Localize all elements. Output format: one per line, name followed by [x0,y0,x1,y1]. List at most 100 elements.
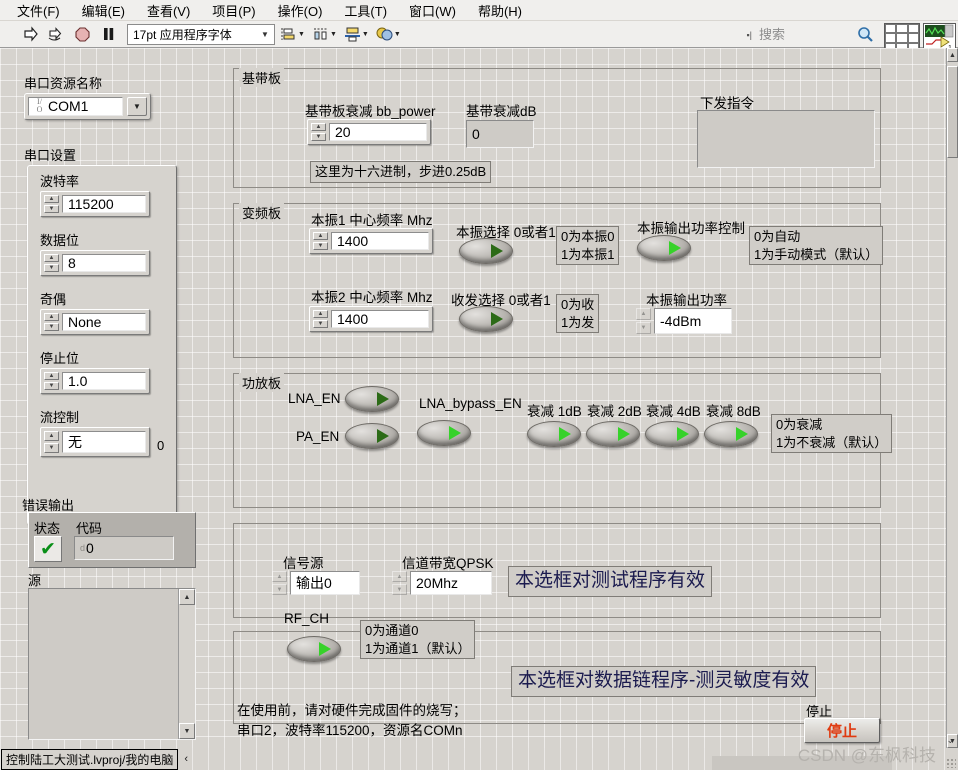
visa-resource-combo[interactable]: I/O COM1 ▼ [24,93,151,120]
panel-scrollbar[interactable]: ▲ ▼ [946,48,958,748]
lo-select-note: 0为本振0 1为本振1 [556,226,620,266]
error-source-text[interactable] [29,589,178,739]
bb-power-value[interactable]: 20 [329,123,427,141]
lo2-freq-stepper[interactable]: ▲ ▼ [313,310,328,328]
atten-4db-toggle[interactable] [645,421,699,447]
data-bits-input[interactable]: ▲ ▼ 8 [40,250,150,276]
baud-rate-value[interactable]: 115200 [62,195,146,213]
data-bits-label: 数据位 [40,233,80,248]
flow-control-stepper[interactable]: ▲ ▼ [44,431,59,453]
pa-en-toggle[interactable] [345,423,399,449]
lo-power-ctrl-toggle[interactable] [637,235,691,261]
bb-power-input[interactable]: ▲ ▼ 20 [307,119,431,145]
menu-item-file[interactable]: 文件(F) [6,0,71,22]
signal-source-stepper[interactable]: ▲ ▼ [272,571,287,595]
bandwidth-stepper[interactable]: ▲ ▼ [392,571,407,595]
bb-power-stepper[interactable]: ▲ ▼ [311,123,326,141]
bandwidth-value[interactable]: 20Mhz [410,571,492,595]
panel-scroll-thumb[interactable] [947,66,958,158]
distribute-objects-icon[interactable]: ▼ [310,23,339,45]
resize-objects-icon[interactable]: ▼ [342,23,371,45]
menu-item-edit[interactable]: 编辑(E) [71,0,136,22]
parity-stepper[interactable]: ▲ ▼ [44,313,59,331]
parity-value[interactable]: None [62,313,146,331]
flow-control-input[interactable]: ▲ ▼ 无 [40,427,150,457]
menu-item-project[interactable]: 项目(P) [201,0,266,22]
atten-8db-label: 衰减 8dB [706,404,761,419]
error-source-box[interactable]: ▲ ▼ [28,588,196,740]
atten-1db-label: 衰减 1dB [527,404,582,419]
project-tab[interactable]: 控制陆工大测试.lvproj/我的电脑 [1,748,179,770]
lna-bypass-label: LNA_bypass_EN [419,396,522,411]
run-arrow-icon[interactable] [17,23,43,45]
stop-bits-stepper[interactable]: ▲ ▼ [44,372,59,390]
lo-power-input[interactable]: ▲ ▼ -4dBm [634,306,734,336]
search-input[interactable] [757,26,857,43]
resize-grip[interactable] [946,758,956,768]
baseband-group-title: 基带板 [239,68,285,87]
error-status-indicator: ✔ [34,536,62,562]
panel-scroll-up-icon[interactable]: ▲ [947,48,958,62]
lo1-freq-input[interactable]: ▲ ▼ 1400 [309,228,433,254]
lo1-freq-stepper[interactable]: ▲ ▼ [313,232,328,250]
baud-rate-label: 波特率 [40,174,80,189]
align-objects-icon[interactable]: ▼ [278,23,307,45]
pause-icon[interactable] [95,23,121,45]
io-glyph-icon: I/O [36,97,43,115]
atten-1db-toggle[interactable] [527,421,581,447]
search-box[interactable]: ▪| [746,24,874,45]
serial-settings-label: 串口设置 [24,148,77,163]
error-source-label: 源 [28,573,42,588]
rf-note: 本选框对数据链程序-测灵敏度有效 [511,666,817,697]
baud-rate-input[interactable]: ▲ ▼ 115200 [40,191,150,217]
parity-label: 奇偶 [40,292,67,307]
menu-item-operate[interactable]: 操作(O) [267,0,334,22]
lna-en-toggle[interactable] [345,386,399,412]
rf-ch-toggle[interactable] [287,636,341,662]
magnifier-icon[interactable] [857,26,874,43]
txrx-select-toggle[interactable] [459,306,513,332]
stop-bits-input[interactable]: ▲ ▼ 1.0 [40,368,150,394]
data-bits-stepper[interactable]: ▲ ▼ [44,254,59,272]
lo-power-value[interactable]: -4dBm [654,308,732,334]
menu-item-window[interactable]: 窗口(W) [398,0,467,22]
lo-select-toggle[interactable] [459,238,513,264]
run-continuous-icon[interactable] [43,23,69,45]
lo2-freq-value[interactable]: 1400 [331,310,429,328]
lo1-freq-label: 本振1 中心频率 Mhz [311,213,433,228]
menu-item-view[interactable]: 查看(V) [136,0,201,22]
data-bits-value[interactable]: 8 [62,254,146,272]
flow-control-value[interactable]: 无 [62,431,146,453]
menu-item-help[interactable]: 帮助(H) [467,0,533,22]
scroll-up-icon[interactable]: ▲ [179,589,195,605]
scroll-down-icon[interactable]: ▼ [179,723,195,739]
flow-control-suffix: 0 [157,438,165,453]
scroll-down-caret-icon[interactable]: ⌄ [946,735,954,746]
lna-bypass-toggle[interactable] [417,420,471,446]
signal-source-value[interactable]: 输出0 [290,571,360,595]
error-source-scrollbar[interactable]: ▲ ▼ [178,589,195,739]
stop-bits-value[interactable]: 1.0 [62,372,146,390]
menu-bar: 文件(F) 编辑(E) 查看(V) 项目(P) 操作(O) 工具(T) 窗口(W… [0,0,958,21]
visa-resource-dropdown-icon[interactable]: ▼ [127,97,147,116]
bb-power-label: 基带板衰减 bb_power [305,104,436,119]
lo1-freq-value[interactable]: 1400 [331,232,429,250]
menu-item-tools[interactable]: 工具(T) [333,0,398,22]
front-panel: 串口资源名称 I/O COM1 ▼ 串口设置 波特率 ▲ ▼ 115200 数据位… [0,48,946,748]
baud-rate-stepper[interactable]: ▲ ▼ [44,195,59,213]
status-caret-icon[interactable]: ‹ [184,753,188,765]
abort-stop-icon[interactable] [69,23,95,45]
stop-button[interactable]: 停止 [804,718,880,743]
font-selector[interactable]: 17pt 应用程序字体 ▼ [127,23,275,45]
signal-source-input[interactable]: ▲ ▼ 输出0 [270,569,362,597]
lo-power-stepper[interactable]: ▲ ▼ [636,308,651,334]
bandwidth-input[interactable]: ▲ ▼ 20Mhz [390,569,494,597]
visa-resource-label: 串口资源名称 [24,76,103,91]
atten-4db-label: 衰减 4dB [646,404,701,419]
parity-input[interactable]: ▲ ▼ None [40,309,150,335]
error-status-label: 状态 [34,521,61,536]
reorder-objects-icon[interactable]: ▼ [374,23,403,45]
atten-2db-toggle[interactable] [586,421,640,447]
lo2-freq-input[interactable]: ▲ ▼ 1400 [309,306,433,332]
atten-8db-toggle[interactable] [704,421,758,447]
